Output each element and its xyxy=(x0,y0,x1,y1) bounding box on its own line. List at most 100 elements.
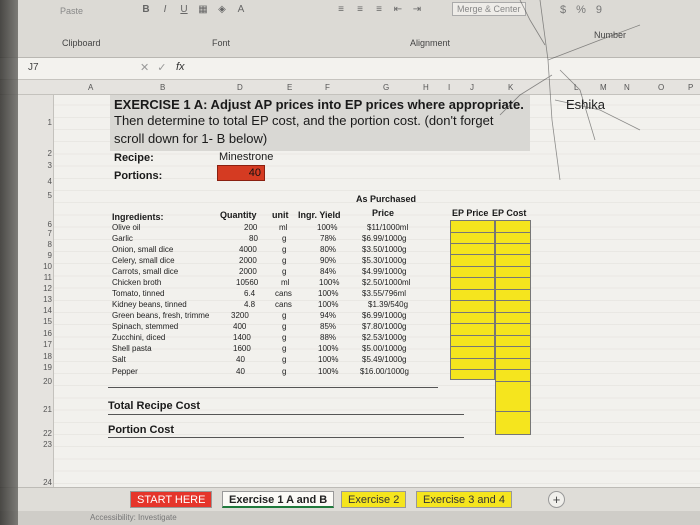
tab-exercise-3[interactable]: Exercise 3 and 4 xyxy=(416,491,512,508)
ingredient-name[interactable]: Tomato, tinned xyxy=(112,289,164,298)
unit-cell[interactable]: g xyxy=(282,311,286,320)
quantity-cell[interactable]: 6.4 xyxy=(244,289,255,298)
column-header[interactable]: L xyxy=(574,83,578,92)
ep-price-cell[interactable] xyxy=(451,232,494,233)
ep-price-column[interactable] xyxy=(450,220,495,380)
ep-cost-cell[interactable] xyxy=(496,381,530,382)
yield-cell[interactable]: 100% xyxy=(318,367,338,376)
price-cell[interactable]: $3.55/796ml xyxy=(362,289,406,298)
price-cell[interactable]: $2.53/1000g xyxy=(362,333,407,342)
row-header[interactable]: 5 xyxy=(32,191,52,200)
recipe-name[interactable]: Minestrone xyxy=(219,151,273,163)
quantity-cell[interactable]: 200 xyxy=(244,223,257,232)
yield-cell[interactable]: 100% xyxy=(318,300,338,309)
borders-icon[interactable]: ▦ xyxy=(197,4,209,15)
ep-price-cell[interactable] xyxy=(451,254,494,255)
column-header[interactable]: M xyxy=(600,83,607,92)
row-header[interactable]: 14 xyxy=(32,306,52,315)
yield-cell[interactable]: 78% xyxy=(320,234,336,243)
ingredient-name[interactable]: Shell pasta xyxy=(112,344,152,353)
ep-cost-cell[interactable] xyxy=(496,335,530,336)
column-header[interactable]: J xyxy=(470,83,474,92)
row-header[interactable]: 20 xyxy=(32,377,52,386)
price-cell[interactable]: $11/1000ml xyxy=(367,223,408,232)
row-header[interactable]: 11 xyxy=(32,273,52,282)
row-header[interactable]: 8 xyxy=(32,240,52,249)
price-cell[interactable]: $5.30/1000g xyxy=(362,256,407,265)
row-header[interactable]: 9 xyxy=(32,251,52,260)
ep-price-cell[interactable] xyxy=(451,358,494,359)
ingredient-name[interactable]: Green beans, fresh, trimme xyxy=(112,311,209,320)
column-header[interactable]: P xyxy=(688,83,693,92)
column-header[interactable]: H xyxy=(423,83,429,92)
row-header[interactable]: 21 xyxy=(32,405,52,414)
yield-cell[interactable]: 80% xyxy=(320,245,336,254)
underline-button[interactable]: U xyxy=(178,4,190,15)
yield-cell[interactable]: 100% xyxy=(318,344,338,353)
ingredient-name[interactable]: Pepper xyxy=(112,367,138,376)
unit-cell[interactable]: g xyxy=(282,355,286,364)
row-header[interactable]: 15 xyxy=(32,317,52,326)
enter-icon[interactable]: ✓ xyxy=(157,61,166,74)
paste-button[interactable]: Paste xyxy=(60,6,100,32)
yield-cell[interactable]: 100% xyxy=(317,223,337,232)
yield-cell[interactable]: 94% xyxy=(320,311,336,320)
total-recipe-cost-cell[interactable] xyxy=(496,411,530,412)
row-header[interactable]: 2 xyxy=(32,149,52,158)
unit-cell[interactable]: g xyxy=(282,322,286,331)
ingredient-name[interactable]: Celery, small dice xyxy=(112,256,175,265)
row-header[interactable]: 16 xyxy=(32,329,52,338)
quantity-cell[interactable]: 1400 xyxy=(233,333,251,342)
ep-price-cell[interactable] xyxy=(451,266,494,267)
ep-cost-column[interactable] xyxy=(495,220,531,435)
column-header[interactable]: E xyxy=(287,83,292,92)
function-icon[interactable]: fx xyxy=(176,61,185,73)
ep-price-cell[interactable] xyxy=(451,300,494,301)
row-header[interactable]: 3 xyxy=(32,161,52,170)
unit-cell[interactable]: g xyxy=(282,245,286,254)
ep-cost-cell[interactable] xyxy=(496,312,530,313)
row-header[interactable]: 24 xyxy=(32,478,52,487)
column-header[interactable]: O xyxy=(658,83,664,92)
unit-cell[interactable]: g xyxy=(282,333,286,342)
ep-cost-cell[interactable] xyxy=(496,323,530,324)
yield-cell[interactable]: 90% xyxy=(320,256,336,265)
quantity-cell[interactable]: 40 xyxy=(236,367,245,376)
quantity-cell[interactable]: 3200 xyxy=(231,311,249,320)
column-header[interactable]: K xyxy=(508,83,513,92)
yield-cell[interactable]: 85% xyxy=(320,322,336,331)
quantity-cell[interactable]: 4000 xyxy=(239,245,257,254)
ep-cost-cell[interactable] xyxy=(496,232,530,233)
unit-cell[interactable]: g xyxy=(282,367,286,376)
price-cell[interactable]: $6.99/1000g xyxy=(362,311,407,320)
ep-price-cell[interactable] xyxy=(451,369,494,370)
ep-price-cell[interactable] xyxy=(451,243,494,244)
unit-cell[interactable]: cans xyxy=(275,289,292,298)
column-header[interactable]: N xyxy=(624,83,630,92)
tab-exercise-2[interactable]: Exercise 2 xyxy=(341,491,407,508)
fill-color-icon[interactable]: ◈ xyxy=(216,4,228,15)
ep-cost-cell[interactable] xyxy=(496,243,530,244)
name-box[interactable]: J7 xyxy=(28,62,128,73)
quantity-cell[interactable]: 1600 xyxy=(233,344,251,353)
price-cell[interactable]: $5.00/1000g xyxy=(362,344,407,353)
column-header[interactable]: I xyxy=(448,83,450,92)
price-cell[interactable]: $16.00/1000g xyxy=(360,367,409,376)
align-center-icon[interactable]: ≡ xyxy=(354,4,366,15)
quantity-cell[interactable]: 400 xyxy=(233,322,246,331)
row-header[interactable]: 13 xyxy=(32,295,52,304)
ingredient-name[interactable]: Olive oil xyxy=(112,223,140,232)
price-cell[interactable]: $2.50/1000ml xyxy=(362,278,410,287)
column-header[interactable]: D xyxy=(237,83,243,92)
price-cell[interactable]: $4.99/1000g xyxy=(362,267,407,276)
quantity-cell[interactable]: 40 xyxy=(236,355,245,364)
price-cell[interactable]: $3.50/1000g xyxy=(362,245,407,254)
unit-cell[interactable]: g xyxy=(282,256,286,265)
italic-button[interactable]: I xyxy=(159,4,171,15)
quantity-cell[interactable]: 80 xyxy=(249,234,258,243)
unit-cell[interactable]: g xyxy=(282,267,286,276)
ingredient-name[interactable]: Onion, small dice xyxy=(112,245,173,254)
yield-cell[interactable]: 88% xyxy=(320,333,336,342)
row-header[interactable]: 19 xyxy=(32,363,52,372)
quantity-cell[interactable]: 2000 xyxy=(239,267,257,276)
